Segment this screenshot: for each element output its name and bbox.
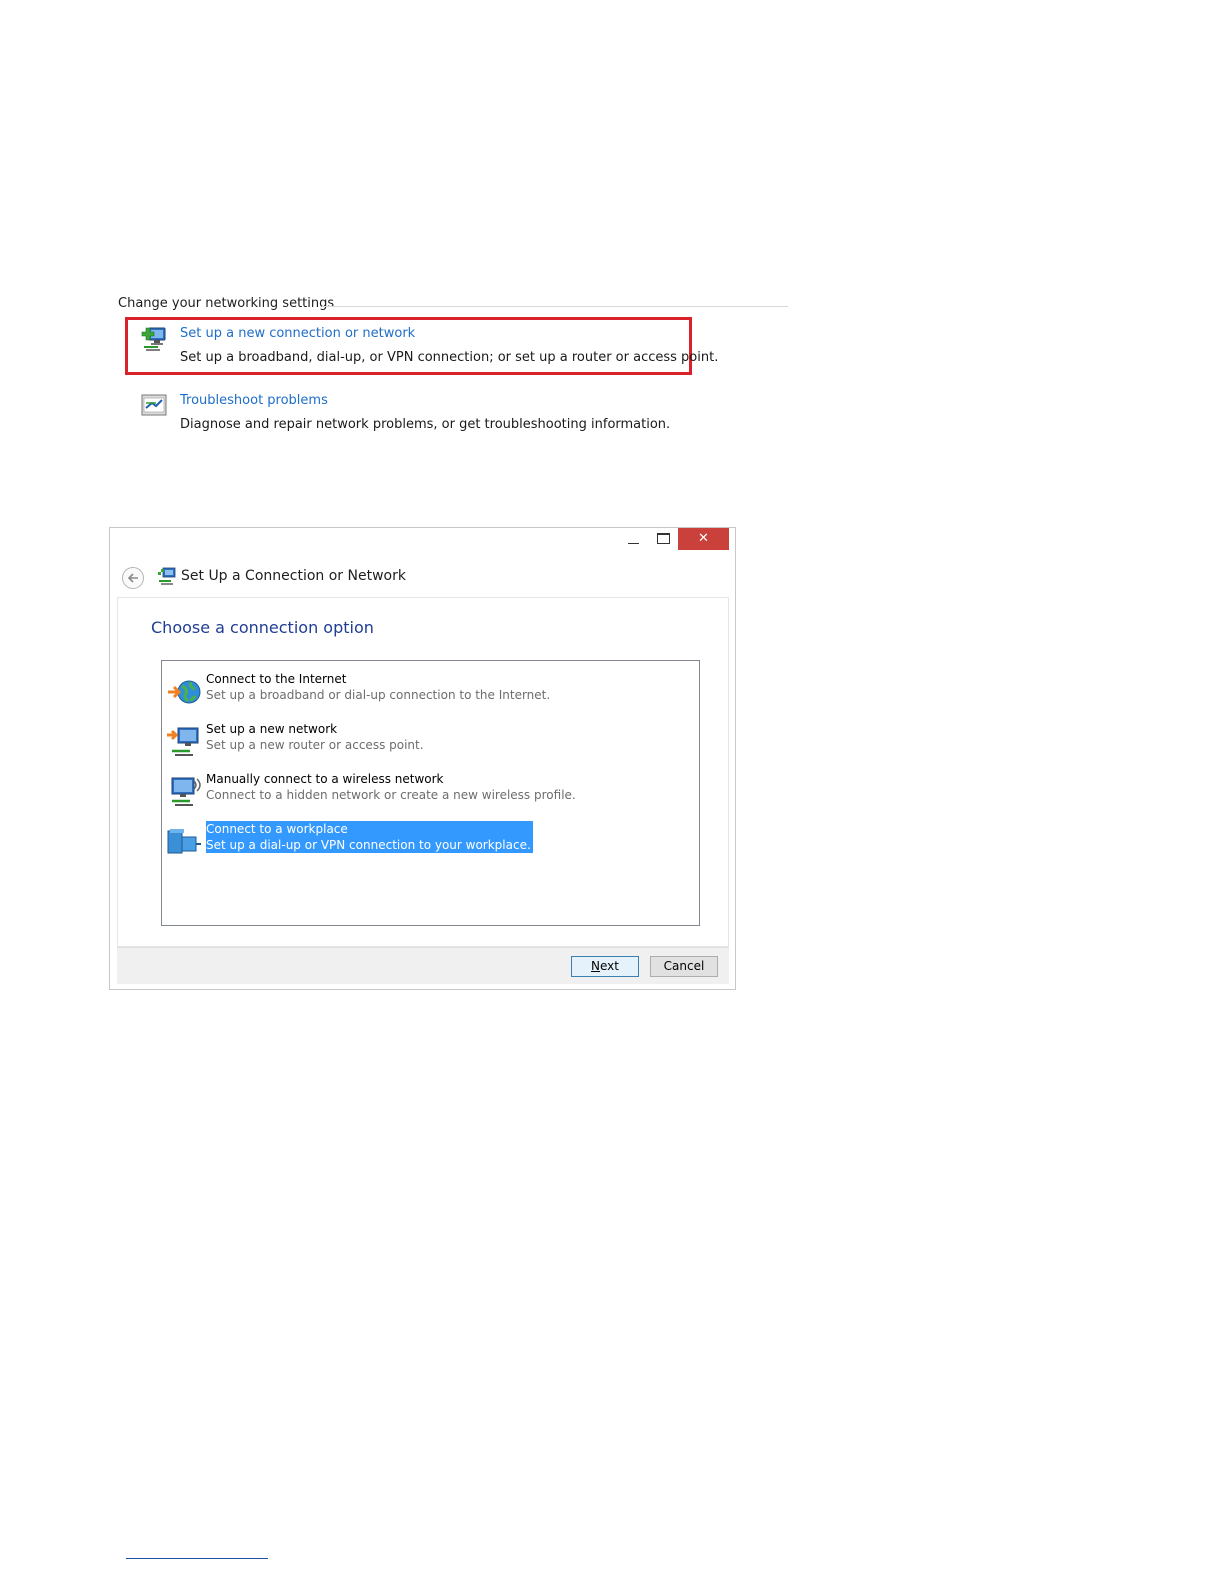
option-text: Connect to a workplace Set up a dial-up … [206,821,533,853]
option-manual-wireless[interactable]: Manually connect to a wireless network C… [166,769,696,809]
option-title: Manually connect to a wireless network [206,772,444,786]
option-connect-workplace[interactable]: Connect to a workplace Set up a dial-up … [166,819,696,859]
setup-connection-description: Set up a broadband, dial-up, or VPN conn… [180,350,719,365]
troubleshoot-icon [141,394,167,416]
dialog-footer: Next Cancel [117,947,729,984]
dialog-content: Choose a connection option Connect to th… [117,597,729,947]
option-title: Connect to the Internet [206,672,347,686]
option-new-network[interactable]: Set up a new network Set up a new router… [166,719,696,759]
section-header: Change your networking settings [118,296,335,311]
option-title: Connect to a workplace [206,822,348,836]
next-button[interactable]: Next [571,956,639,977]
network-title-icon [158,567,176,585]
option-description: Set up a dial-up or VPN connection to yo… [206,838,531,852]
option-connect-internet[interactable]: Connect to the Internet Set up a broadba… [166,669,696,709]
wireless-network-icon [171,777,201,806]
option-text: Manually connect to a wireless network C… [206,771,576,803]
option-text: Connect to the Internet Set up a broadba… [206,671,550,703]
section-divider [322,306,788,307]
option-description: Connect to a hidden network or create a … [206,788,576,802]
maximize-button[interactable] [648,528,678,550]
globe-connect-icon [168,680,201,704]
back-arrow-icon [127,573,138,583]
troubleshoot-link[interactable]: Troubleshoot problems [180,393,328,408]
option-description: Set up a new router or access point. [206,738,424,752]
option-title: Set up a new network [206,722,338,736]
troubleshoot-description: Diagnose and repair network problems, or… [180,417,671,432]
footnote-separator [126,1558,268,1559]
cancel-button[interactable]: Cancel [650,956,718,977]
dialog-title: Set Up a Connection or Network [181,568,406,584]
page-heading: Choose a connection option [151,618,374,637]
back-button[interactable] [122,567,144,589]
new-network-icon [167,727,199,756]
network-setup-icon [141,327,166,351]
setup-connection-link[interactable]: Set up a new connection or network [180,326,415,341]
workplace-icon [167,829,201,854]
minimize-button[interactable] [618,528,648,550]
networking-settings-panel: Change your networking settings Set up a… [116,292,788,442]
option-description: Set up a broadband or dial-up connection… [206,688,551,702]
close-button[interactable]: ✕ [678,528,729,550]
option-text: Set up a new network Set up a new router… [206,721,424,753]
setup-connection-dialog: ✕ Set Up a Connection or Network Choose … [109,527,736,990]
connection-options-list[interactable]: Connect to the Internet Set up a broadba… [161,660,700,926]
